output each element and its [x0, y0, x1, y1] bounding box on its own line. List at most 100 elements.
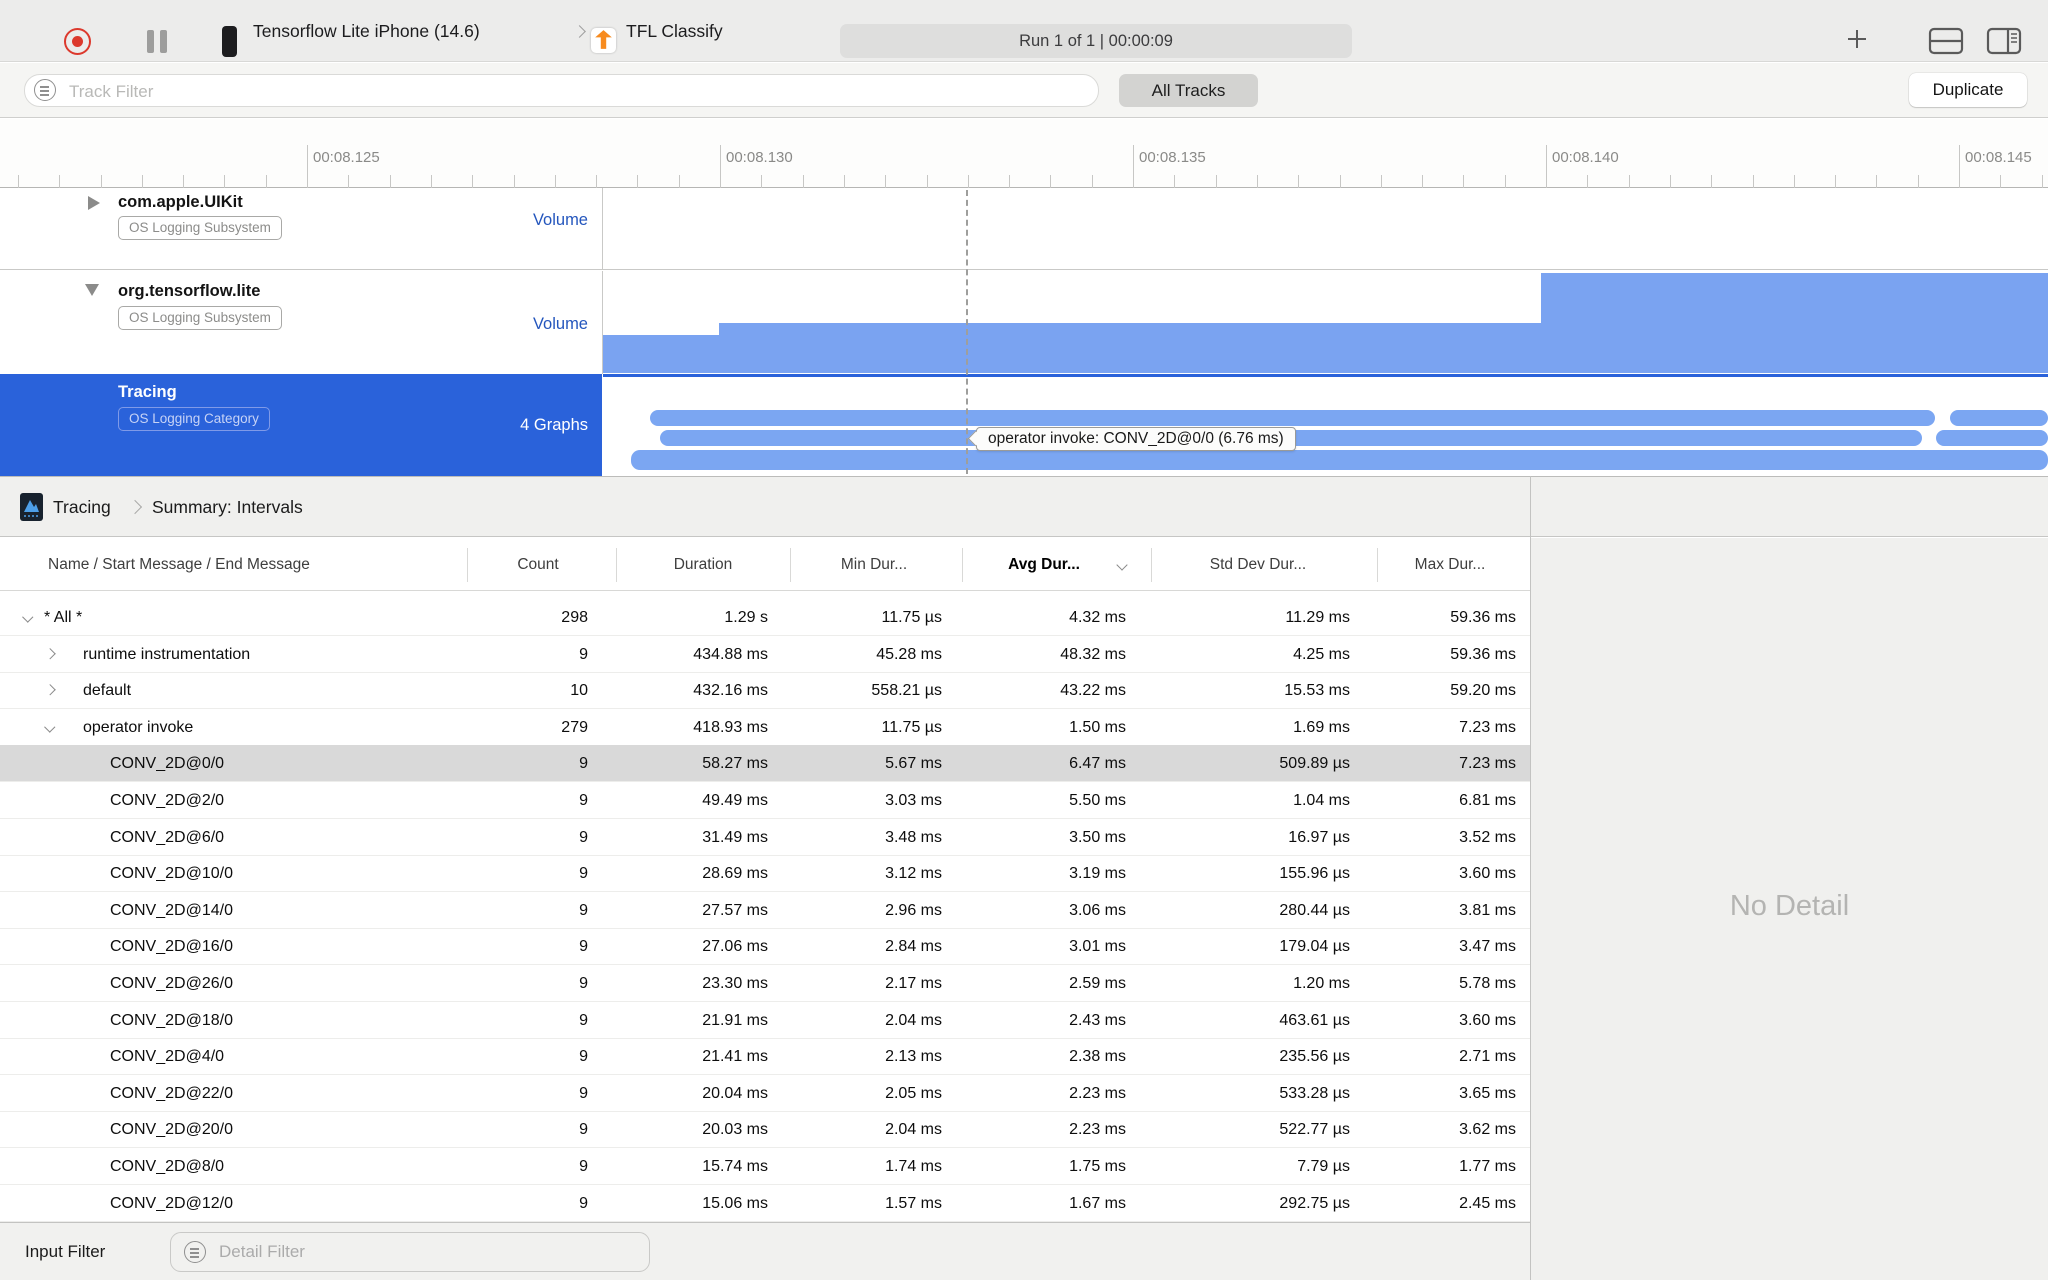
- bottom-pane-toggle-icon[interactable]: [1928, 27, 1964, 55]
- detail-filter-input[interactable]: Detail Filter: [170, 1232, 650, 1272]
- track-row-tracing-selected[interactable]: Tracing OS Logging Category 4 Graphs ope…: [0, 374, 2048, 476]
- cell-max: 6.81 ms: [1459, 792, 1516, 809]
- time-ruler[interactable]: 00:08.125 00:08.130 00:08.135 00:08.140 00:0…: [0, 119, 2048, 188]
- cell-max: 2.71 ms: [1459, 1048, 1516, 1066]
- table-row-conv-2d-22-0[interactable]: CONV_2D@22/0 9 20.04 ms 2.05 ms 2.23 ms 533.2…: [0, 1075, 1530, 1112]
- track-meta[interactable]: Volume: [388, 211, 588, 230]
- cell-std: 1.69 ms: [1293, 718, 1350, 736]
- row-expand-icon[interactable]: [44, 684, 56, 696]
- track-filter-input[interactable]: Track Filter: [24, 74, 1099, 107]
- minor-tick: [926, 175, 928, 188]
- column-divider[interactable]: [616, 548, 617, 582]
- minor-tick: [1917, 175, 1919, 188]
- column-header-count[interactable]: Count: [517, 538, 558, 591]
- cell-avg: 3.50 ms: [1069, 828, 1126, 846]
- table-row-conv-2d-2-0[interactable]: CONV_2D@2/0 9 49.49 ms 3.03 ms 5.50 ms 1.04 m…: [0, 782, 1530, 819]
- breadcrumb-view[interactable]: Summary: Intervals: [152, 477, 303, 538]
- volume-area-segment[interactable]: [719, 323, 1541, 373]
- cell-count: 9: [579, 1158, 588, 1175]
- row-collapse-icon[interactable]: [44, 721, 56, 732]
- record-icon[interactable]: [64, 28, 91, 55]
- table-row-conv-2d-26-0[interactable]: CONV_2D@26/0 9 23.30 ms 2.17 ms 2.59 ms 1.20 …: [0, 965, 1530, 1002]
- interval-bar[interactable]: [631, 450, 2048, 470]
- target-app-name[interactable]: TFL Classify: [626, 0, 723, 62]
- cell-duration: 1.29 s: [724, 609, 768, 626]
- minor-tick: [554, 175, 556, 188]
- column-header-avg[interactable]: Avg Dur...: [1008, 538, 1080, 591]
- track-graph-uikit[interactable]: [603, 188, 2048, 269]
- table-row-conv-2d-20-0[interactable]: CONV_2D@20/0 9 20.03 ms 2.04 ms 2.23 ms 522.7…: [0, 1111, 1530, 1149]
- cell-duration: 27.06 ms: [702, 938, 768, 956]
- summary-table: * All * 298 1.29 s 11.75 µs 4.32 ms 11.29 ms 5…: [0, 592, 1530, 1222]
- track-meta[interactable]: Volume: [388, 315, 588, 334]
- device-name[interactable]: Tensorflow Lite iPhone (14.6): [253, 0, 480, 62]
- column-divider[interactable]: [467, 548, 468, 582]
- pause-icon[interactable]: [147, 30, 169, 53]
- volume-area-segment[interactable]: [603, 335, 719, 373]
- cell-duration: 21.41 ms: [702, 1048, 768, 1066]
- right-pane-toggle-icon[interactable]: [1986, 27, 2022, 55]
- cell-max: 5.78 ms: [1459, 975, 1516, 992]
- interval-bar[interactable]: [650, 410, 1935, 426]
- column-header-max[interactable]: Max Dur...: [1415, 538, 1486, 591]
- cell-duration: 31.49 ms: [702, 828, 768, 846]
- row-expand-icon[interactable]: [44, 648, 56, 659]
- table-row--all-[interactable]: * All * 298 1.29 s 11.75 µs 4.32 ms 11.29 ms 5…: [0, 599, 1530, 636]
- table-row-conv-2d-6-0[interactable]: CONV_2D@6/0 9 31.49 ms 3.48 ms 3.50 ms 16.97 …: [0, 819, 1530, 856]
- track-meta[interactable]: 4 Graphs: [388, 416, 588, 435]
- track-label-tracing[interactable]: Tracing OS Logging Category 4 Graphs: [0, 374, 602, 476]
- cell-min: 3.03 ms: [885, 792, 942, 809]
- table-row-default[interactable]: default 10 432.16 ms 558.21 µs 43.22 ms 15.53…: [0, 672, 1530, 710]
- minor-tick: [1091, 175, 1093, 188]
- disclosure-collapsed-icon[interactable]: [88, 196, 100, 210]
- add-instrument-icon[interactable]: [1845, 27, 1869, 51]
- all-tracks-button[interactable]: All Tracks: [1119, 74, 1258, 107]
- table-row-conv-2d-8-0[interactable]: CONV_2D@8/0 9 15.74 ms 1.74 ms 1.75 ms 7.79 µ…: [0, 1148, 1530, 1185]
- track-title: org.tensorflow.lite: [118, 282, 261, 300]
- column-divider[interactable]: [962, 548, 963, 582]
- table-row-conv-2d-4-0[interactable]: CONV_2D@4/0 9 21.41 ms 2.13 ms 2.38 ms 235.56…: [0, 1038, 1530, 1076]
- interval-bar[interactable]: [1950, 410, 2048, 426]
- track-graph-volume[interactable]: [603, 271, 2048, 374]
- column-divider[interactable]: [1151, 548, 1152, 582]
- summary-table-header[interactable]: Name / Start Message / End Message Count D…: [0, 538, 1530, 591]
- cell-name: CONV_2D@22/0: [110, 1084, 233, 1102]
- cell-duration: 15.74 ms: [702, 1158, 768, 1175]
- column-divider[interactable]: [1377, 548, 1378, 582]
- table-row-conv-2d-0-0[interactable]: CONV_2D@0/0 9 58.27 ms 5.67 ms 6.47 ms 509.89…: [0, 745, 1530, 783]
- row-collapse-icon[interactable]: [22, 611, 34, 623]
- major-tick: [720, 145, 721, 188]
- track-row-tensorflow[interactable]: org.tensorflow.lite OS Logging Subsystem…: [0, 271, 2048, 374]
- column-header-min[interactable]: Min Dur...: [841, 538, 907, 591]
- interval-bar[interactable]: [1936, 430, 2048, 446]
- column-header-name[interactable]: Name / Start Message / End Message: [48, 538, 310, 591]
- breadcrumb-track[interactable]: Tracing: [53, 477, 111, 538]
- table-row-operator-invoke[interactable]: operator invoke 279 418.93 ms 11.75 µs 1.50 …: [0, 709, 1530, 746]
- table-row-runtime-instrumentation[interactable]: runtime instrumentation 9 434.88 ms 45.28 m…: [0, 636, 1530, 673]
- cell-max: 3.81 ms: [1459, 901, 1516, 919]
- column-divider[interactable]: [790, 548, 791, 582]
- disclosure-expanded-icon[interactable]: [85, 284, 99, 296]
- track-row-uikit[interactable]: com.apple.UIKit OS Logging Subsystem Vol…: [0, 188, 2048, 270]
- track-label-tensorflow[interactable]: org.tensorflow.lite OS Logging Subsystem…: [0, 271, 602, 374]
- table-row-conv-2d-12-0[interactable]: CONV_2D@12/0 9 15.06 ms 1.57 ms 1.67 ms 292.7…: [0, 1185, 1530, 1222]
- cell-count: 9: [579, 1048, 588, 1066]
- table-row-conv-2d-10-0[interactable]: CONV_2D@10/0 9 28.69 ms 3.12 ms 3.19 ms 155.9…: [0, 855, 1530, 893]
- sort-descending-icon[interactable]: [1116, 559, 1128, 571]
- duplicate-button[interactable]: Duplicate: [1909, 73, 2027, 107]
- table-row-conv-2d-14-0[interactable]: CONV_2D@14/0 9 27.57 ms 2.96 ms 3.06 ms 280.4…: [0, 892, 1530, 929]
- track-label-uikit[interactable]: com.apple.UIKit OS Logging Subsystem Vol…: [0, 188, 602, 269]
- table-row-conv-2d-18-0[interactable]: CONV_2D@18/0 9 21.91 ms 2.04 ms 2.43 ms 463.6…: [0, 1002, 1530, 1039]
- cell-std: 522.77 µs: [1279, 1121, 1350, 1139]
- minor-tick: [1752, 175, 1754, 188]
- column-header-duration[interactable]: Duration: [674, 538, 733, 591]
- cell-min: 2.04 ms: [885, 1121, 942, 1139]
- table-row-conv-2d-16-0[interactable]: CONV_2D@16/0 9 27.06 ms 2.84 ms 3.01 ms 179.0…: [0, 928, 1530, 966]
- input-filter-label[interactable]: Input Filter: [25, 1223, 105, 1280]
- cell-name: CONV_2D@18/0: [110, 1011, 233, 1029]
- volume-area-segment[interactable]: [1541, 273, 2048, 373]
- track-graph-tracing[interactable]: operator invoke: CONV_2D@0/0 (6.76 ms): [603, 374, 2048, 476]
- cell-duration: 23.30 ms: [702, 975, 768, 992]
- cell-min: 5.67 ms: [885, 755, 942, 773]
- column-header-std[interactable]: Std Dev Dur...: [1210, 538, 1306, 591]
